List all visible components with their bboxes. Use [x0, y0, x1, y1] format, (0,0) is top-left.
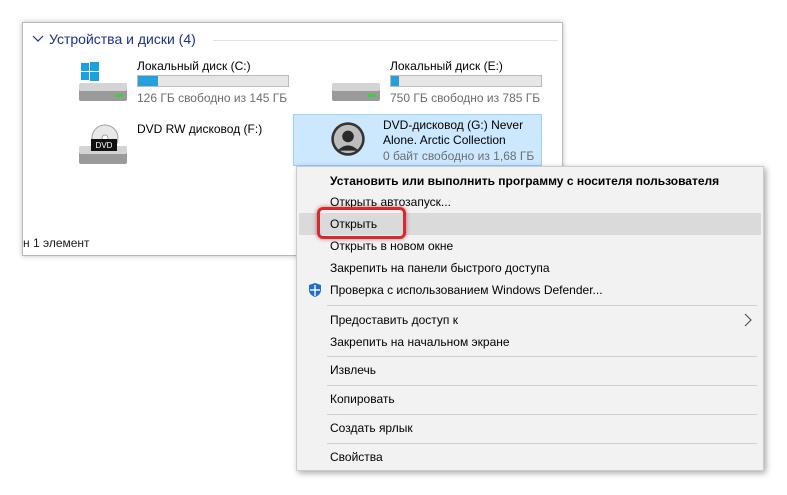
windows-drive-icon — [79, 62, 127, 101]
disc-cover-icon — [331, 122, 365, 156]
drive-f[interactable]: DVD DVD RW дисковод (F:) — [75, 122, 295, 180]
highlight-annotation — [317, 207, 406, 239]
free-space-text: 126 ГБ свободно из 145 ГБ — [137, 91, 288, 105]
svg-text:DVD: DVD — [96, 141, 113, 150]
devices-group-header[interactable]: Устройства и диски (4) — [31, 30, 196, 48]
menu-item-create-shortcut[interactable]: Создать ярлык — [299, 417, 761, 439]
drive-g[interactable]: DVD-дисковод (G:) Never Alone. Arctic Co… — [293, 114, 542, 166]
windows-defender-icon — [309, 283, 321, 297]
menu-item-install-run[interactable]: Установить или выполнить программу с нос… — [299, 170, 761, 192]
drive-name: Локальный диск (E:) — [390, 59, 503, 73]
menu-item-defender-scan[interactable]: Проверка с использованием Windows Defend… — [299, 279, 761, 301]
menu-item-properties[interactable]: Свойства — [299, 446, 761, 468]
drive-name-line1: DVD-дисковод (G:) Never — [383, 118, 524, 132]
usage-bar — [390, 75, 542, 87]
menu-item-pin-quick-access[interactable]: Закрепить на панели быстрого доступа — [299, 257, 761, 279]
group-divider — [213, 40, 558, 41]
hard-drive-icon — [332, 83, 380, 101]
drive-name: DVD RW дисковод (F:) — [137, 122, 263, 136]
free-space-text: 750 ГБ свободно из 785 ГБ — [390, 91, 541, 105]
menu-separator — [327, 385, 757, 386]
drive-c[interactable]: Локальный диск (C:) 126 ГБ свободно из 1… — [75, 59, 295, 117]
chevron-down-icon[interactable] — [31, 32, 45, 46]
menu-item-pin-start[interactable]: Закрепить на начальном экране — [299, 331, 761, 353]
chevron-right-icon — [744, 313, 752, 327]
menu-separator — [327, 356, 757, 357]
usage-bar — [137, 75, 289, 87]
free-space-text: 0 байт свободно из 1,68 ГБ — [383, 149, 535, 163]
menu-separator — [327, 443, 757, 444]
menu-item-eject[interactable]: Извлечь — [299, 359, 761, 381]
menu-separator — [327, 305, 757, 306]
menu-item-give-access[interactable]: Предоставить доступ к — [299, 309, 761, 331]
dvd-drive-icon: DVD — [79, 124, 127, 164]
status-bar-text: н 1 элемент — [23, 236, 90, 250]
menu-separator — [327, 414, 757, 415]
drive-name: Локальный диск (C:) — [137, 59, 251, 73]
drive-name-line2: Alone. Arctic Collection — [383, 133, 506, 147]
menu-item-copy[interactable]: Копировать — [299, 388, 761, 410]
group-title: Устройства и диски (4) — [49, 31, 196, 47]
drive-e[interactable]: Локальный диск (E:) 750 ГБ свободно из 7… — [328, 59, 548, 117]
